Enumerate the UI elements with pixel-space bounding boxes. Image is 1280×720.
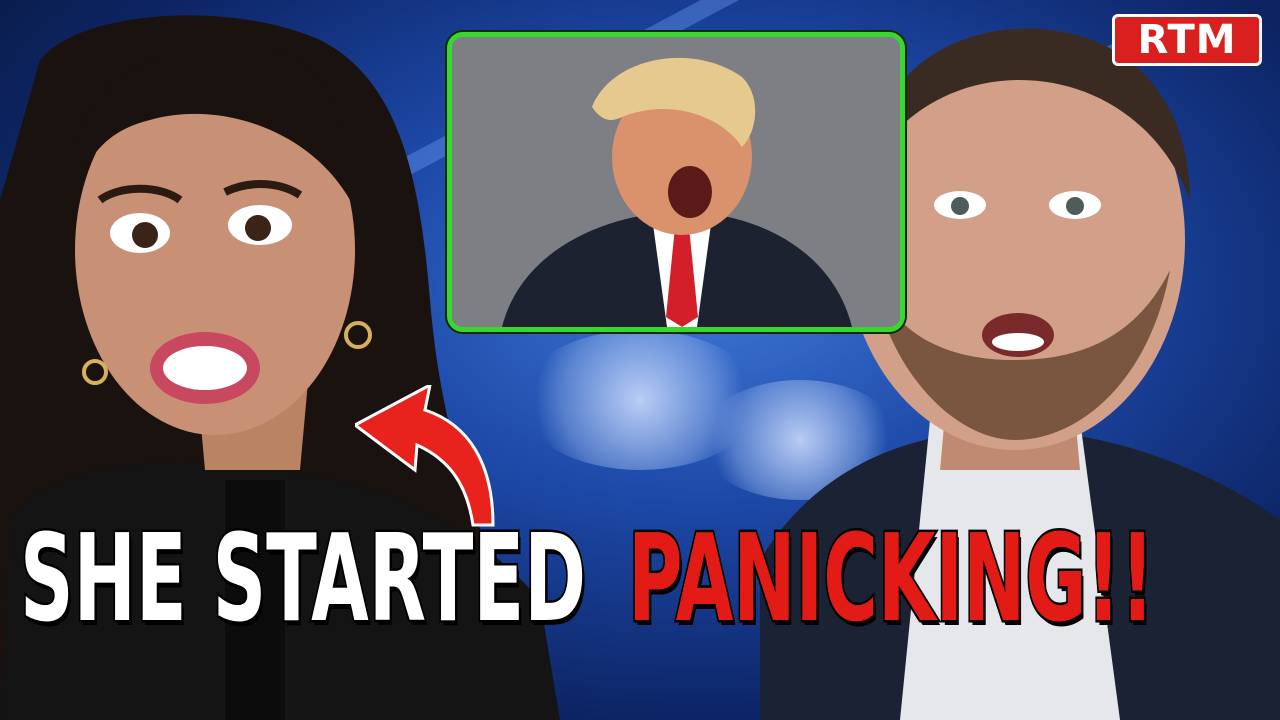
red-curved-arrow-icon: [355, 385, 495, 527]
inset-man-shouting: [452, 37, 900, 327]
channel-logo: RTM: [1112, 14, 1262, 66]
inset-photo-frame: [447, 32, 905, 332]
caption-red-text: PANICKING!!: [626, 510, 1155, 649]
thumbnail-scene: RTM SHE STARTED PANICKING!!: [0, 0, 1280, 720]
caption-white-text: SHE STARTED: [18, 510, 587, 649]
